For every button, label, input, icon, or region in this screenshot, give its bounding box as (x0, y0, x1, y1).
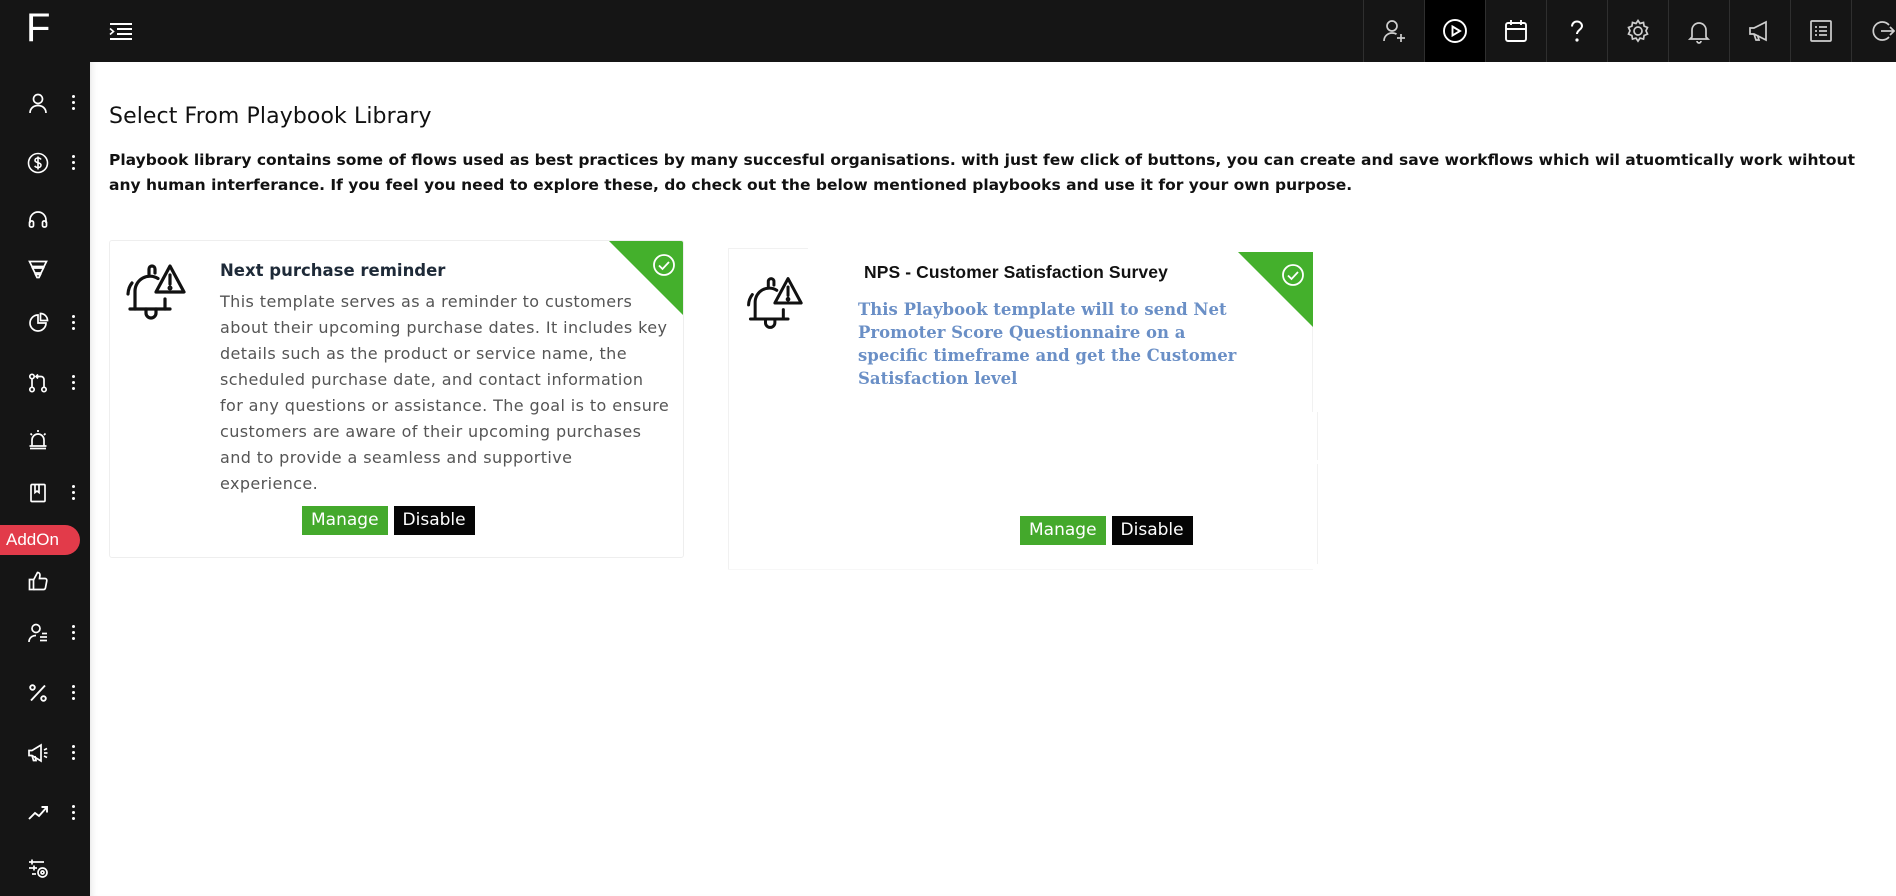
sidebar-item-alerts[interactable] (0, 418, 90, 458)
more-menu-icon[interactable] (70, 312, 76, 332)
sidebar-item-feedback[interactable] (0, 560, 90, 600)
check-circle-icon (1281, 263, 1305, 287)
check-circle-icon (652, 253, 676, 277)
trending-up-icon (27, 802, 49, 824)
add-user-icon[interactable] (1363, 0, 1424, 62)
sidebar-item-sales[interactable] (0, 142, 90, 182)
play-circle-icon[interactable] (1424, 0, 1485, 62)
playbook-card: Next purchase reminder This template ser… (109, 240, 684, 558)
page-description: Playbook library contains some of flows … (109, 151, 1855, 194)
sidebar-item-funnel[interactable] (0, 248, 90, 288)
sidebar-item-reports[interactable] (0, 302, 90, 342)
sidebar: F AddOn (0, 0, 90, 896)
bell-icon[interactable] (1668, 0, 1729, 62)
logout-icon[interactable] (1851, 0, 1896, 62)
sidebar-item-users[interactable] (0, 612, 90, 652)
more-menu-icon[interactable] (70, 742, 76, 762)
pie-chart-icon (27, 312, 49, 334)
playbook-card: NPS - Customer Satisfaction Survey This … (728, 248, 1318, 570)
more-menu-icon[interactable] (70, 682, 76, 702)
more-menu-icon[interactable] (70, 92, 76, 112)
disable-button[interactable]: Disable (393, 506, 475, 535)
manage-button[interactable]: Manage (1020, 516, 1106, 545)
more-menu-icon[interactable] (70, 482, 76, 502)
megaphone-icon[interactable] (1729, 0, 1790, 62)
bell-alert-icon (120, 259, 188, 325)
more-menu-icon[interactable] (70, 152, 76, 172)
playbook-description: This template serves as a reminder to cu… (220, 292, 670, 493)
more-menu-icon[interactable] (70, 372, 76, 392)
sidebar-item-settings[interactable] (0, 848, 90, 888)
git-branch-icon (27, 372, 49, 394)
help-icon[interactable] (1546, 0, 1607, 62)
main-content: Select From Playbook Library Playbook li… (90, 62, 1896, 896)
dollar-circle-icon (27, 152, 49, 174)
gear-icon[interactable] (1607, 0, 1668, 62)
sidebar-item-analytics[interactable] (0, 792, 90, 832)
more-menu-icon[interactable] (70, 802, 76, 822)
playbook-title: Next purchase reminder (220, 261, 446, 280)
headphones-icon (27, 208, 49, 230)
app-logo[interactable]: F (26, 8, 50, 48)
user-icon (27, 92, 49, 114)
sidebar-item-contacts[interactable] (0, 82, 90, 122)
list-icon[interactable] (1790, 0, 1851, 62)
thumbs-up-icon (27, 570, 49, 592)
sidebar-item-knowledge-base[interactable] (0, 472, 90, 512)
funnel-icon (27, 258, 49, 280)
manage-button[interactable]: Manage (302, 506, 388, 535)
addon-badge[interactable]: AddOn (0, 525, 80, 555)
alarm-icon (27, 428, 49, 450)
sidebar-item-campaigns[interactable] (0, 732, 90, 772)
disable-button[interactable]: Disable (1111, 516, 1193, 545)
book-icon (27, 482, 49, 504)
sidebar-item-discounts[interactable] (0, 672, 90, 712)
playbook-title: NPS - Customer Satisfaction Survey (864, 262, 1168, 282)
top-toolbar (1363, 0, 1896, 62)
percent-icon (27, 682, 49, 704)
top-bar (0, 0, 1896, 62)
settings-sliders-icon (27, 858, 49, 880)
menu-toggle-icon[interactable] (108, 20, 134, 44)
playbook-description: This Playbook template will to send Net … (858, 300, 1237, 388)
megaphone-icon (27, 742, 49, 764)
page-title: Select From Playbook Library (109, 104, 432, 129)
calendar-icon[interactable] (1485, 0, 1546, 62)
user-list-icon (27, 622, 49, 644)
sidebar-item-support[interactable] (0, 198, 90, 238)
sidebar-item-workflows[interactable] (0, 362, 90, 402)
bell-alert-icon (740, 272, 806, 334)
more-menu-icon[interactable] (70, 622, 76, 642)
